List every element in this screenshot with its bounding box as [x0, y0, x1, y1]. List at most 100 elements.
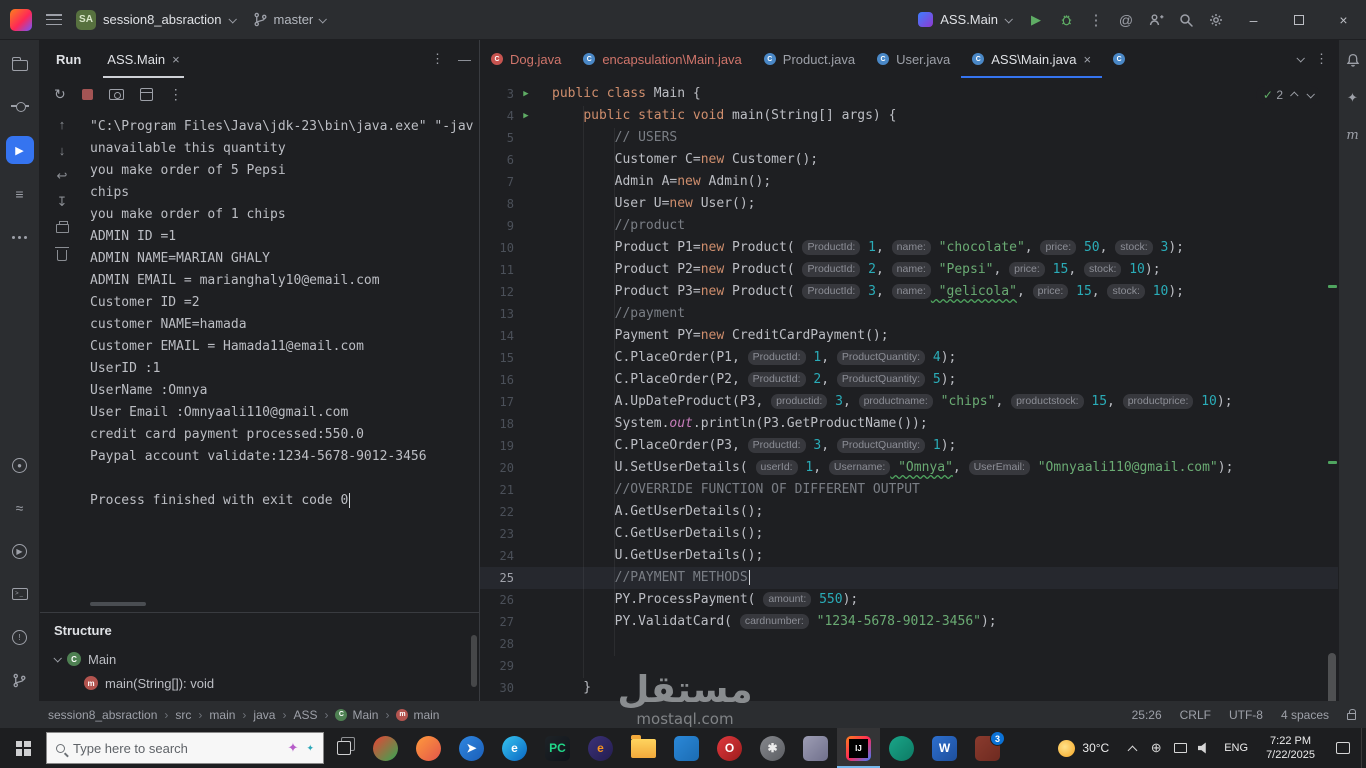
code-line[interactable]: 18 System.out.println(P3.GetProductName(…	[480, 413, 1338, 435]
maximize-button[interactable]	[1276, 0, 1321, 40]
layout-settings-icon[interactable]	[140, 88, 153, 101]
services-tool-icon[interactable]: ▶	[7, 538, 33, 564]
chevron-down-icon[interactable]	[53, 654, 61, 662]
main-menu-icon[interactable]	[46, 14, 62, 25]
code-line[interactable]: 19 C.PlaceOrder(P3, ProductId: 3, Produc…	[480, 435, 1338, 457]
code-line[interactable]: 28	[480, 633, 1338, 655]
display-icon[interactable]	[1168, 728, 1192, 768]
code-line[interactable]: 13 //payment	[480, 303, 1338, 325]
eclipse-icon[interactable]: e	[579, 728, 622, 768]
line-separator[interactable]: CRLF	[1180, 708, 1211, 722]
messaging-icon[interactable]: ➤	[450, 728, 493, 768]
breadcrumb-item[interactable]: session8_absraction	[48, 708, 157, 722]
breadcrumb-item[interactable]: CMain	[335, 708, 378, 722]
breadcrumb-item[interactable]: java	[253, 708, 275, 722]
code-line[interactable]: 17 A.UpDateProduct(P3, productid: 3, pro…	[480, 391, 1338, 413]
taskbar-search[interactable]: Type here to search ✦ ✦	[46, 732, 324, 764]
chrome-icon[interactable]	[364, 728, 407, 768]
problems-tool-icon[interactable]: !	[7, 624, 33, 650]
code-line[interactable]: 12 Product P3=new Product( ProductId: 3,…	[480, 281, 1338, 303]
print-icon[interactable]	[56, 220, 69, 236]
profiler-tool-icon[interactable]: ≈	[7, 495, 33, 521]
run-tab[interactable]: ASS.Main ×	[103, 40, 183, 78]
file-explorer-icon[interactable]	[622, 728, 665, 768]
file-encoding[interactable]: UTF-8	[1229, 708, 1263, 722]
more-options-icon[interactable]: ⋮	[431, 51, 444, 67]
indent-size[interactable]: 4 spaces	[1281, 708, 1329, 722]
code-with-me-icon[interactable]	[1141, 5, 1171, 35]
code-line[interactable]: 25 //PAYMENT METHODS	[480, 567, 1338, 589]
paint-icon[interactable]	[794, 728, 837, 768]
editor-tab[interactable]: Cencapsulation\Main.java	[572, 40, 752, 78]
editor-tab[interactable]: CProduct.java	[753, 40, 866, 78]
debug-tool-icon[interactable]: ●	[7, 452, 33, 478]
stop-icon[interactable]	[82, 89, 93, 100]
code-line[interactable]: 22 A.GetUserDetails();	[480, 501, 1338, 523]
at-sign-icon[interactable]: @	[1111, 5, 1141, 35]
scrollbar-thumb[interactable]	[471, 635, 477, 687]
down-stack-trace-icon[interactable]: ↓	[59, 142, 66, 158]
ai-assistant-tool-icon[interactable]: ✦	[1347, 90, 1358, 106]
more-options-icon[interactable]: ⋮	[169, 86, 183, 103]
horizontal-scrollbar[interactable]	[90, 602, 146, 606]
settings-icon[interactable]: ✱	[751, 728, 794, 768]
code-line[interactable]: 3▶public class Main {	[480, 83, 1338, 105]
run-line-icon[interactable]: ▶	[514, 105, 538, 127]
code-line[interactable]: 30 }	[480, 677, 1338, 699]
teams-icon[interactable]	[880, 728, 923, 768]
settings-button[interactable]	[1201, 5, 1231, 35]
notification-app-icon[interactable]: 3	[966, 728, 1009, 768]
terminal-tool-icon[interactable]: >_	[7, 581, 33, 607]
code-line[interactable]: 29	[480, 655, 1338, 677]
start-button[interactable]	[0, 728, 46, 768]
run-tool-icon-active[interactable]: ▶	[6, 136, 34, 164]
caret-position[interactable]: 25:26	[1132, 708, 1162, 722]
code-line[interactable]: 27 PY.ValidatCard( cardnumber: "1234-567…	[480, 611, 1338, 633]
run-line-icon[interactable]: ▶	[514, 83, 538, 105]
pycharm-icon[interactable]: PC	[536, 728, 579, 768]
editor-tab[interactable]: CDog.java	[480, 40, 572, 78]
warning-stripe-mark[interactable]	[1328, 285, 1337, 288]
obs-icon[interactable]: O	[708, 728, 751, 768]
run-button[interactable]: ▶	[1021, 5, 1051, 35]
code-line[interactable]: 10 Product P1=new Product( ProductId: 1,…	[480, 237, 1338, 259]
structure-tool-icon[interactable]: ≡	[7, 181, 33, 207]
warning-stripe-mark[interactable]	[1328, 461, 1337, 464]
structure-node-main-class[interactable]: C Main	[40, 647, 479, 671]
project-tool-icon[interactable]	[7, 50, 33, 76]
close-button[interactable]: ×	[1321, 0, 1366, 40]
version-control-tool-icon[interactable]	[7, 667, 33, 693]
lock-icon[interactable]	[1347, 713, 1356, 720]
code-line[interactable]: 26 PY.ProcessPayment( amount: 550);	[480, 589, 1338, 611]
code-line[interactable]: 24 U.GetUserDetails();	[480, 545, 1338, 567]
maven-tool-icon[interactable]: m	[1346, 128, 1358, 143]
network-icon[interactable]: ⊕	[1144, 728, 1168, 768]
commit-tool-icon[interactable]	[7, 93, 33, 119]
console-output[interactable]: "C:\Program Files\Java\jdk-23\bin\java.e…	[84, 110, 479, 612]
code-line[interactable]: 7 Admin A=new Admin();	[480, 171, 1338, 193]
photos-icon[interactable]	[665, 728, 708, 768]
structure-node-main-method[interactable]: m main(String[]): void	[40, 671, 479, 695]
code-line[interactable]: 21 //OVERRIDE FUNCTION OF DIFFERENT OUTP…	[480, 479, 1338, 501]
clock-widget[interactable]: 7:22 PM 7/22/2025	[1256, 734, 1325, 762]
more-tools-icon[interactable]	[7, 224, 33, 250]
notifications-tool-icon[interactable]	[1345, 52, 1361, 68]
editor-tab[interactable]: CUser.java	[866, 40, 961, 78]
code-line[interactable]: 23 C.GetUserDetails();	[480, 523, 1338, 545]
firefox-icon[interactable]	[407, 728, 450, 768]
more-actions-icon[interactable]: ⋮	[1081, 5, 1111, 35]
tab-list-chevron-icon[interactable]	[1296, 54, 1304, 62]
code-line[interactable]: 14 Payment PY=new CreditCardPayment();	[480, 325, 1338, 347]
code-line[interactable]: 20 U.SetUserDetails( userId: 1, Username…	[480, 457, 1338, 479]
close-icon[interactable]: ×	[1084, 52, 1092, 67]
run-configuration-select[interactable]: ASS.Main	[918, 12, 1011, 27]
breadcrumb-item[interactable]: ASS	[293, 708, 317, 722]
project-widget[interactable]: SA session8_absraction	[76, 10, 235, 30]
editor-tab[interactable]: C	[1102, 40, 1136, 78]
rerun-icon[interactable]: ↻	[54, 86, 66, 103]
show-hidden-icons-button[interactable]	[1120, 728, 1144, 768]
edge-icon[interactable]: e	[493, 728, 536, 768]
inspection-widget[interactable]: ✓ 2	[1256, 86, 1320, 104]
intellij-idea-icon[interactable]: IJ	[837, 728, 880, 768]
scrollbar-thumb[interactable]	[1328, 653, 1336, 701]
